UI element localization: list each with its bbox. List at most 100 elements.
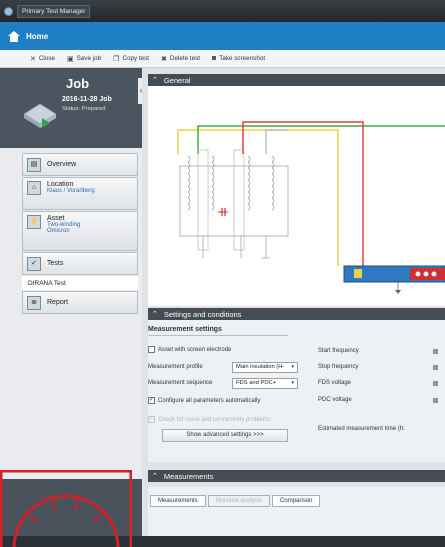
measurement-sequence-select[interactable]: FDS and PDC+ ▾ <box>232 378 298 389</box>
measurement-settings-title: Measurement settings <box>148 326 288 336</box>
checkbox-disabled: ✓ <box>148 416 155 423</box>
measurement-profile-select[interactable]: Main insulation (H- ▾ <box>232 362 298 373</box>
tab-comparison[interactable]: Comparison <box>272 495 321 507</box>
tests-icon: ✓ <box>27 256 41 271</box>
sidebar-item-label: DIRANA Test <box>28 279 66 287</box>
chevron-up-icon: ⌃ <box>152 77 158 84</box>
window-titlebar: Primary Test Manager <box>0 0 445 22</box>
stop-frequency-text: Stop frequency <box>318 364 359 370</box>
copy-test-label: Copy test <box>122 55 150 62</box>
lock-icon <box>433 349 438 354</box>
measurement-sequence-value: FDS and PDC+ <box>236 380 277 386</box>
measurements-tabs: Measurements Moisture analysis Compariso… <box>150 495 322 507</box>
general-section-header[interactable]: ⌃ General <box>148 74 445 86</box>
checkbox-checked[interactable]: ✓ <box>148 397 155 404</box>
job-heading: Job <box>66 76 90 91</box>
settings-panel: Measurement settings Asset with screen e… <box>148 320 445 462</box>
wiring-diagram-panel <box>148 86 445 306</box>
main-content: ⌃ General ⌃ Settings and conditions Meas… <box>142 68 445 547</box>
app-icon <box>4 6 13 16</box>
transformer-wiring-diagram <box>177 121 445 294</box>
measurement-sequence-label: Measurement sequence <box>148 380 212 386</box>
save-icon: ▣ <box>66 55 74 63</box>
start-frequency-text: Start frequency <box>318 348 359 354</box>
sidebar-item-location[interactable]: ⌂ Location Klaus / Vorarlberg <box>22 177 138 210</box>
configure-auto-checkbox[interactable]: ✓ Configure all parameters automatically <box>148 397 260 404</box>
measurement-profile-value: Main insulation (H- <box>236 364 285 370</box>
location-subtitle: Klaus / Vorarlberg <box>47 188 95 194</box>
sidebar-item-label: Report <box>47 299 69 306</box>
close-label: Close <box>38 55 55 62</box>
measurement-profile-label: Measurement profile <box>148 364 203 370</box>
location-icon: ⌂ <box>27 181 41 195</box>
asset-screen-electrode-label: Asset with screen electrode <box>158 346 232 353</box>
check-noise-checkbox: ✓ Check for noise and connectivity probl… <box>148 416 271 423</box>
sidebar-item-report[interactable]: ≣ Report <box>22 291 138 314</box>
close-icon: ✕ <box>30 55 36 63</box>
sidebar-nav: ▤ Overview ⌂ Location Klaus / Vorarlberg… <box>22 153 138 315</box>
estimated-time-label: Estimated measurement time (h: <box>318 426 405 432</box>
show-advanced-settings-button[interactable]: Show advanced settings >>> <box>162 429 288 442</box>
pdc-voltage-text: PDC voltage <box>318 397 352 403</box>
home-icon <box>8 30 20 42</box>
copy-icon: ❐ <box>113 55 120 63</box>
start-frequency-label: Start frequency <box>318 348 359 354</box>
check-noise-label: Check for noise and connectivity problem… <box>158 416 271 423</box>
sidebar-item-location-text: Location Klaus / Vorarlberg <box>47 181 95 194</box>
sidebar: Job 2016-11-28 Job Status: Prepared ‹ ▤ … <box>0 68 144 547</box>
status-bar <box>0 536 445 547</box>
window-title: Primary Test Manager <box>17 4 91 18</box>
take-screenshot-button[interactable]: ◙ Take screenshot <box>212 55 265 62</box>
save-job-label: Save job <box>76 55 102 62</box>
save-job-button[interactable]: ▣ Save job <box>67 55 101 63</box>
home-bar[interactable]: Home <box>0 22 445 50</box>
sidebar-item-asset-text: Asset Two-winding Omicron <box>47 215 80 234</box>
overview-icon: ▤ <box>27 157 41 172</box>
sidebar-item-label: Tests <box>47 260 64 267</box>
chevron-down-icon: ▾ <box>291 380 294 386</box>
measurements-section-header[interactable]: ⌃ Measurements <box>148 470 445 482</box>
settings-section-header[interactable]: ⌃ Settings and conditions <box>148 308 445 320</box>
general-header-label: General <box>163 75 191 85</box>
take-screenshot-label: Take screenshot <box>219 55 266 62</box>
measurement-sequence-text: Measurement sequence <box>148 380 213 386</box>
sidebar-item-label: Location <box>47 181 74 188</box>
lock-icon <box>433 365 438 370</box>
stop-frequency-label: Stop frequency <box>318 364 358 370</box>
toolbar: ✕ Close ▣ Save job ❐ Copy test ✖ Delete … <box>0 50 445 68</box>
sidebar-item-asset[interactable]: ⚡ Asset Two-winding Omicron <box>22 211 138 251</box>
checkbox-unchecked[interactable] <box>148 346 155 353</box>
asset-icon: ⚡ <box>27 215 41 229</box>
delete-test-label: Delete test <box>169 55 200 62</box>
chevron-up-icon: ⌃ <box>152 473 158 480</box>
job-clipboard-icon <box>23 103 57 128</box>
asset-screen-electrode-checkbox[interactable]: Asset with screen electrode <box>148 346 231 353</box>
measurements-header-label: Measurements <box>163 471 214 481</box>
settings-header-label: Settings and conditions <box>163 309 242 319</box>
sidebar-item-overview[interactable]: ▤ Overview <box>22 153 138 176</box>
estimated-time-text: Estimated measurement time (h: <box>318 426 405 432</box>
tab-measurements[interactable]: Measurements <box>150 495 206 507</box>
copy-test-button[interactable]: ❐ Copy test <box>113 55 149 63</box>
chevron-down-icon: ▾ <box>291 364 294 370</box>
delete-test-button[interactable]: ✖ Delete test <box>161 55 200 63</box>
sidebar-item-tests[interactable]: ✓ Tests <box>22 252 138 275</box>
job-status: Status: Prepared <box>62 106 106 112</box>
lock-icon <box>433 398 438 403</box>
sidebar-item-dirana-test[interactable]: DIRANA Test <box>22 276 138 290</box>
configure-auto-label: Configure all parameters automatically <box>158 397 261 404</box>
home-label[interactable]: Home <box>26 32 48 41</box>
measurement-profile-text: Measurement profile <box>148 364 203 370</box>
pdc-voltage-label: PDC voltage <box>318 397 352 403</box>
report-icon: ≣ <box>27 295 41 310</box>
job-name: 2016-11-28 Job <box>62 96 112 103</box>
chevron-up-icon: ⌃ <box>152 311 158 318</box>
camera-icon: ◙ <box>212 55 217 62</box>
fds-voltage-text: FDS voltage <box>318 380 352 386</box>
delete-icon: ✖ <box>161 55 167 63</box>
close-button[interactable]: ✕ Close <box>30 55 55 63</box>
sidebar-item-label: Overview <box>47 161 77 168</box>
tab-moisture-analysis: Moisture analysis <box>207 495 271 507</box>
job-card: Job 2016-11-28 Job Status: Prepared <box>0 68 142 148</box>
sidebar-item-label: Asset <box>47 215 65 222</box>
